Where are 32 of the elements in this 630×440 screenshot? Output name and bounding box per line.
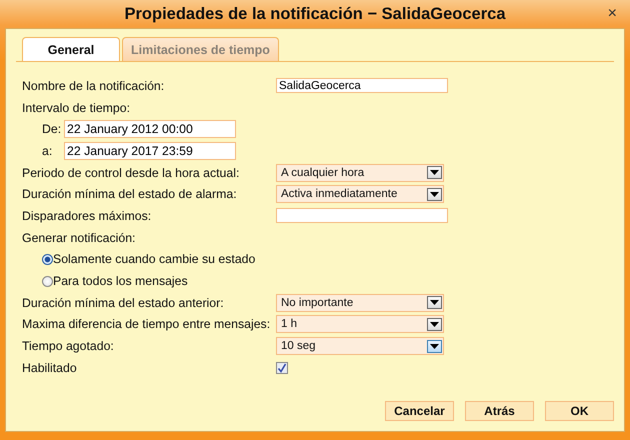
dialog-button[interactable]: Atrás	[465, 401, 534, 421]
field-label: De:	[42, 122, 62, 136]
dialog-button[interactable]: Cancelar	[385, 401, 454, 421]
dropdown[interactable]: A cualquier hora	[276, 164, 444, 182]
field-label: Habilitado	[22, 360, 78, 375]
dropdown[interactable]: Activa inmediatamente	[276, 185, 444, 204]
window-title: Propiedades de la notificación − SalidaGeocerca	[124, 4, 506, 24]
field-label: Tiempo agotado:	[22, 339, 115, 354]
dropdown[interactable]: 1 h	[276, 315, 444, 334]
dialog-button[interactable]: OK	[545, 401, 614, 421]
radio-button[interactable]	[42, 276, 53, 287]
checkbox[interactable]	[276, 362, 288, 374]
section-label: Generar notificación:	[22, 230, 136, 245]
radio-button[interactable]	[42, 254, 53, 265]
field-label: Duración mínima del estado anterior:	[22, 296, 225, 310]
field-label: Periodo de control desde la hora actual:	[22, 166, 240, 180]
input-field[interactable]	[276, 208, 448, 224]
field-label: Duración mínima del estado de alarma:	[22, 187, 238, 202]
field-label: Disparadores máximos:	[22, 208, 152, 223]
section-label: Intervalo de tiempo:	[22, 100, 132, 115]
radio-label: Solamente cuando cambie su estado	[53, 252, 256, 266]
tab[interactable]: General	[22, 37, 120, 61]
field-label: Maxima diferencia de tiempo entre mensajes:	[22, 317, 272, 332]
date-field[interactable]: 22 January 2012 00:00	[64, 120, 236, 138]
dropdown[interactable]: 10 seg	[276, 337, 444, 356]
close-button[interactable]: ×	[608, 6, 617, 22]
field-label: Nombre de la notificación:	[22, 78, 166, 93]
radio-label: Para todos los mensajes	[53, 274, 188, 288]
field-label: a:	[42, 144, 54, 158]
dropdown[interactable]: No importante	[276, 294, 444, 312]
input-field[interactable]: SalidaGeocerca	[276, 78, 448, 94]
date-field[interactable]: 22 January 2017 23:59	[64, 142, 236, 160]
